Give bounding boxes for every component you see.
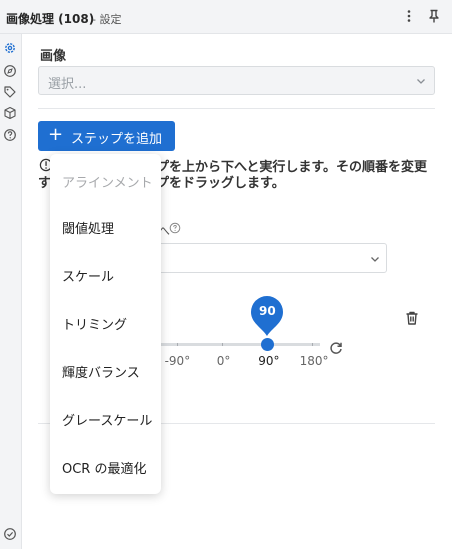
help-icon[interactable]	[3, 128, 17, 142]
help-circle-icon[interactable]	[169, 222, 181, 234]
chevron-down-icon	[371, 257, 379, 262]
description-line2: プをドラッグします。	[156, 176, 285, 191]
add-step-button[interactable]: + ステップを追加	[38, 121, 175, 151]
gear-icon[interactable]	[3, 41, 17, 55]
left-rail	[0, 34, 22, 549]
check-circle-icon[interactable]	[3, 527, 17, 541]
slider-tick	[222, 343, 223, 346]
pin-icon[interactable]	[426, 8, 442, 24]
trash-icon[interactable]	[404, 310, 420, 326]
compass-icon[interactable]	[3, 64, 17, 78]
chevron-down-icon	[417, 79, 425, 84]
step-type-select[interactable]	[150, 243, 387, 273]
slider-tick-label: 180°	[299, 354, 329, 368]
menu-item[interactable]: トリミング	[62, 314, 127, 333]
slider-value-text: 90	[259, 304, 276, 318]
slider-tick	[312, 343, 313, 346]
image-select-placeholder: 選択...	[48, 77, 87, 92]
panel-header: 画像処理 (108) - 設定	[0, 0, 452, 34]
panel-subtitle: - 設定	[92, 13, 122, 26]
slider-tick-label: 90°	[258, 354, 280, 368]
config-panel: 画像処理 (108) - 設定 画像 選択... + ステップを追加 プを上から…	[0, 0, 452, 549]
add-step-label: ステップを追加	[71, 132, 163, 147]
description-line1: プを上から下へと実行します。その順番を変更	[156, 160, 428, 175]
image-select[interactable]: 選択...	[38, 66, 435, 95]
more-vertical-icon[interactable]	[401, 8, 417, 24]
slider-tick-label: -90°	[164, 354, 191, 368]
menu-item[interactable]: スケール	[62, 266, 114, 285]
image-label: 画像	[40, 49, 67, 64]
section-divider	[38, 108, 435, 109]
tag-icon[interactable]	[3, 85, 17, 99]
menu-item[interactable]: OCR の最適化	[62, 458, 146, 477]
menu-item[interactable]: 輝度バランス	[62, 362, 140, 381]
menu-item[interactable]: グレースケール	[62, 410, 152, 429]
plus-icon: +	[48, 124, 64, 145]
menu-item: アラインメント	[62, 176, 153, 191]
slider-tick	[177, 343, 178, 346]
add-step-menu: アラインメント閾値処理スケールトリミング輝度バランス グレースケール OCR の最適…	[50, 154, 161, 494]
rotation-slider-track[interactable]	[155, 343, 320, 346]
reset-rotation-icon[interactable]	[328, 340, 344, 356]
cube-icon[interactable]	[3, 106, 17, 120]
panel-title: 画像処理 (108)	[6, 12, 95, 26]
rotation-slider-thumb[interactable]	[261, 338, 274, 351]
slider-tick-label: 0°	[216, 354, 231, 368]
menu-item[interactable]: 閾値処理	[62, 218, 114, 237]
